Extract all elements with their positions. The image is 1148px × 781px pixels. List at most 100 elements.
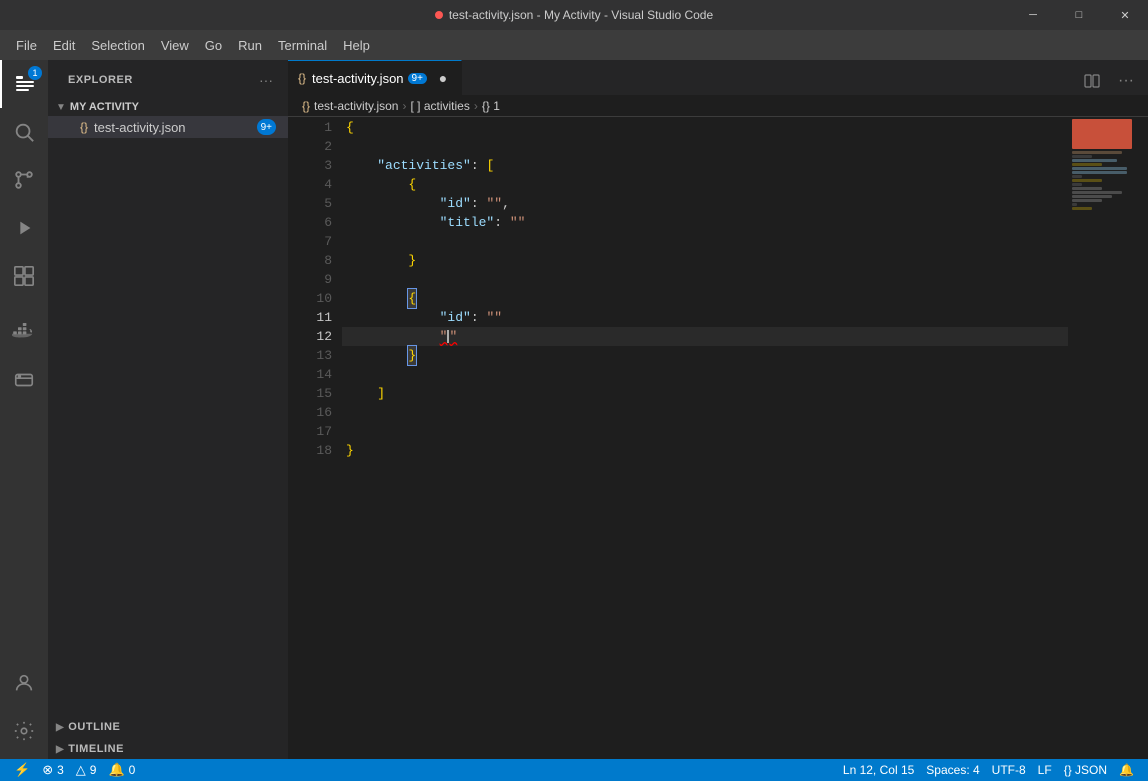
minimize-button[interactable]: ─ (1010, 0, 1056, 30)
breadcrumb-file[interactable]: {} test-activity.json (302, 99, 398, 113)
breadcrumb-sep-2: › (474, 99, 478, 113)
code-editor[interactable]: 1 2 3 4 5 6 7 8 9 10 11 12 13 14 15 16 1 (288, 117, 1068, 759)
menu-edit[interactable]: Edit (45, 34, 83, 57)
colon-2: : (471, 194, 487, 213)
line-num-4: 4 (288, 175, 332, 194)
mini-line-8 (1072, 179, 1102, 182)
settings-icon[interactable] (0, 707, 48, 755)
title-bar: test-activity.json - My Activity - Visua… (0, 0, 1148, 30)
close-button[interactable]: ✕ (1102, 0, 1148, 30)
window-controls: ─ □ ✕ (1010, 0, 1148, 30)
tab-bar: {} test-activity.json 9+ ● ··· (288, 60, 1148, 95)
code-line-2 (342, 137, 1068, 156)
encoding-status-item[interactable]: UTF-8 (986, 759, 1032, 781)
code-line-18: } (342, 441, 1068, 460)
code-line-8: ········ } (342, 251, 1068, 270)
tab-filename: test-activity.json (312, 71, 404, 86)
tab-test-activity-json[interactable]: {} test-activity.json 9+ ● (288, 60, 462, 95)
line-numbers: 1 2 3 4 5 6 7 8 9 10 11 12 13 14 15 16 1 (288, 117, 342, 759)
code-line-16 (342, 403, 1068, 422)
timeline-label: TIMELINE (68, 743, 124, 755)
run-debug-icon[interactable] (0, 204, 48, 252)
notification-icon: 🔔 (108, 762, 124, 778)
line-num-16: 16 (288, 403, 332, 422)
code-line-17 (342, 422, 1068, 441)
menu-view[interactable]: View (153, 34, 197, 57)
file-badge: 9+ (257, 119, 276, 135)
line-num-6: 6 (288, 213, 332, 232)
tab-modified-dot[interactable]: ● (435, 70, 451, 86)
warning-count: 9 (90, 763, 97, 777)
breadcrumb-activities-text: [ ] activities (410, 99, 469, 113)
errors-status-item[interactable]: ⊗ 3 (36, 759, 70, 781)
code-line-14 (342, 365, 1068, 384)
code-line-13: ········ } (342, 346, 1068, 365)
menu-terminal[interactable]: Terminal (270, 34, 335, 57)
menu-go[interactable]: Go (197, 34, 230, 57)
menu-help[interactable]: Help (335, 34, 378, 57)
split-editor-button[interactable] (1078, 67, 1106, 95)
sidebar: EXPLORER ··· ▼ MY ACTIVITY {} test-activ… (48, 60, 288, 759)
explorer-icon[interactable]: 1 (0, 60, 48, 108)
brace-obj2-close: } (408, 346, 416, 365)
timeline-section[interactable]: ▶ TIMELINE (48, 737, 288, 759)
menu-file[interactable]: File (8, 34, 45, 57)
breadcrumb-file-icon: {} (302, 99, 310, 113)
file-item-test-activity[interactable]: {} test-activity.json 9+ (48, 116, 288, 138)
outline-section[interactable]: ▶ OUTLINE (48, 715, 288, 737)
menu-bar: File Edit Selection View Go Run Terminal… (0, 30, 1148, 60)
colon-3: : (494, 213, 510, 232)
error-count: 3 (57, 763, 64, 777)
code-line-15: ···· ] (342, 384, 1068, 403)
menu-run[interactable]: Run (230, 34, 270, 57)
folder-item-my-activity[interactable]: ▼ MY ACTIVITY (48, 98, 288, 116)
line-num-5: 5 (288, 194, 332, 213)
warnings-status-item[interactable]: △ 9 (70, 759, 103, 781)
explorer-badge: 1 (28, 66, 42, 80)
tab-file-icon: {} (298, 71, 306, 85)
code-line-1: { (342, 118, 1068, 137)
source-control-icon[interactable] (0, 156, 48, 204)
cursor-position-text: Ln 12, Col 15 (843, 763, 914, 777)
search-icon[interactable] (0, 108, 48, 156)
code-line-7 (342, 232, 1068, 251)
breadcrumb-activities[interactable]: [ ] activities (410, 99, 469, 113)
extensions-icon[interactable] (0, 252, 48, 300)
mini-line-11 (1072, 191, 1122, 194)
key-id-2: "id" (440, 308, 471, 327)
code-line-3: ···· "activities" : [ (342, 156, 1068, 175)
accounts-icon[interactable] (0, 659, 48, 707)
mini-line-7 (1072, 175, 1082, 178)
outline-label: OUTLINE (68, 721, 120, 733)
sidebar-title: EXPLORER (68, 74, 133, 86)
code-line-4: ········ { (342, 175, 1068, 194)
indent-status-item[interactable]: Spaces: 4 (920, 759, 985, 781)
sidebar-actions: ··· (256, 70, 276, 90)
mini-line-9 (1072, 183, 1082, 186)
line-num-14: 14 (288, 365, 332, 384)
docker-icon[interactable] (0, 308, 48, 356)
mini-line-10 (1072, 187, 1102, 190)
more-actions-button[interactable]: ··· (1112, 67, 1140, 95)
menu-selection[interactable]: Selection (83, 34, 152, 57)
eol-status-item[interactable]: LF (1032, 759, 1058, 781)
breadcrumb-item-1[interactable]: {} 1 (482, 99, 500, 113)
code-content[interactable]: { ···· "activities" : [ ········ { (342, 117, 1068, 759)
remote-explorer-icon[interactable] (0, 356, 48, 404)
folder-arrow-icon: ▼ (56, 102, 66, 113)
outline-arrow-icon: ▶ (56, 722, 64, 733)
remote-status-item[interactable]: ⚡ (8, 759, 36, 781)
notifications-status-item[interactable]: 🔔 0 (102, 759, 141, 781)
sidebar-header: EXPLORER ··· (48, 60, 288, 98)
mini-line-14 (1072, 203, 1077, 206)
line-num-10: 10 (288, 289, 332, 308)
breadcrumb-sep-1: › (402, 99, 406, 113)
line-num-12: 12 (288, 327, 332, 346)
maximize-button[interactable]: □ (1056, 0, 1102, 30)
bell-status-item[interactable]: 🔔 (1113, 759, 1140, 781)
cursor-position-item[interactable]: Ln 12, Col 15 (837, 759, 920, 781)
sidebar-more-button[interactable]: ··· (256, 70, 276, 90)
code-line-10: ········ { (342, 289, 1068, 308)
language-status-item[interactable]: {} JSON (1058, 759, 1113, 781)
line-num-9: 9 (288, 270, 332, 289)
